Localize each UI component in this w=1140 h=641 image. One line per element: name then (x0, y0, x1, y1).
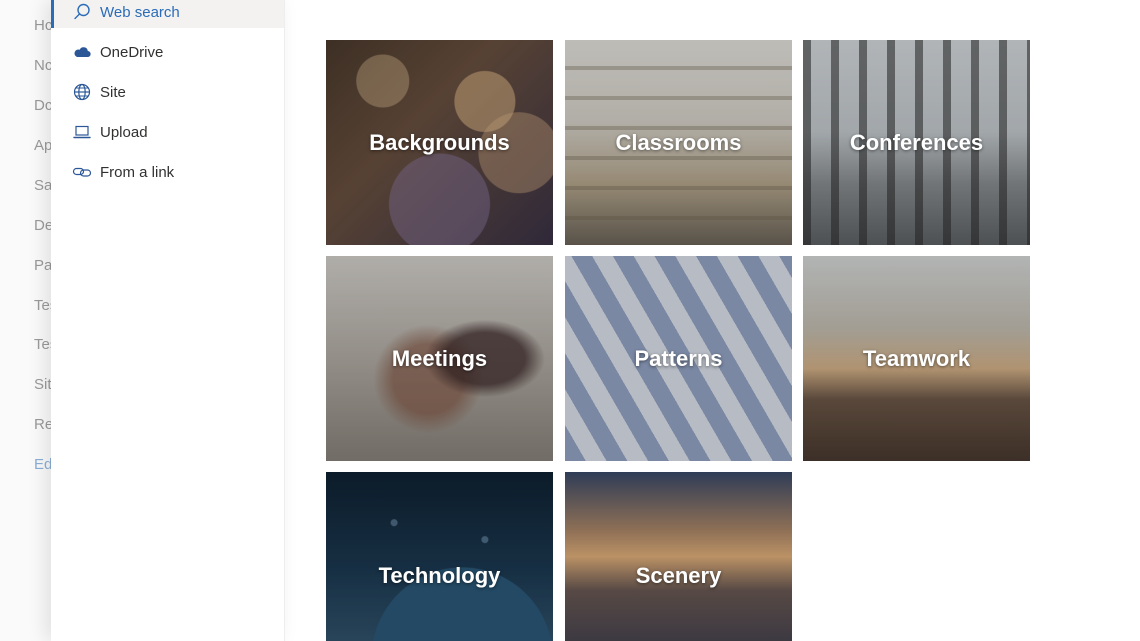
tile-label: Technology (378, 563, 501, 588)
category-tile-backgrounds[interactable]: Backgrounds (326, 40, 553, 245)
tile-label: Teamwork (862, 345, 971, 371)
tile-label: Classrooms (615, 129, 742, 155)
search-icon (72, 2, 92, 22)
panel-item-site[interactable]: Site (51, 76, 284, 108)
cloud-icon (72, 42, 92, 62)
category-tile-conferences[interactable]: Conferences (803, 40, 1030, 245)
selection-indicator (51, 0, 54, 28)
tile-label: Conferences (849, 129, 984, 155)
panel-item-label: OneDrive (100, 43, 164, 61)
image-source-panel: Web search OneDrive Site Upload From a l… (51, 0, 285, 641)
tile-label: Meetings (391, 345, 488, 371)
link-icon (72, 162, 92, 182)
panel-item-label: From a link (100, 163, 175, 181)
tile-label: Backgrounds (369, 129, 510, 155)
panel-item-web-search[interactable]: Web search (51, 0, 284, 28)
tile-label: Scenery (635, 563, 722, 588)
panel-item-from-a-link[interactable]: From a link (51, 156, 284, 188)
panel-item-label: Upload (100, 123, 148, 141)
category-tile-meetings[interactable]: Meetings (326, 256, 553, 461)
category-tile-technology[interactable]: Technology (326, 472, 553, 641)
laptop-icon (72, 122, 92, 142)
category-tile-patterns[interactable]: Patterns (565, 256, 792, 461)
panel-item-upload[interactable]: Upload (51, 116, 284, 148)
category-tile-teamwork[interactable]: Teamwork (803, 256, 1030, 461)
panel-item-onedrive[interactable]: OneDrive (51, 36, 284, 68)
panel-item-label: Site (100, 83, 126, 101)
panel-item-label: Web search (100, 3, 180, 21)
tile-label: Patterns (634, 345, 723, 371)
category-tile-scenery[interactable]: Scenery (565, 472, 792, 641)
category-tile-classrooms[interactable]: Classrooms (565, 40, 792, 245)
globe-icon (72, 82, 92, 102)
